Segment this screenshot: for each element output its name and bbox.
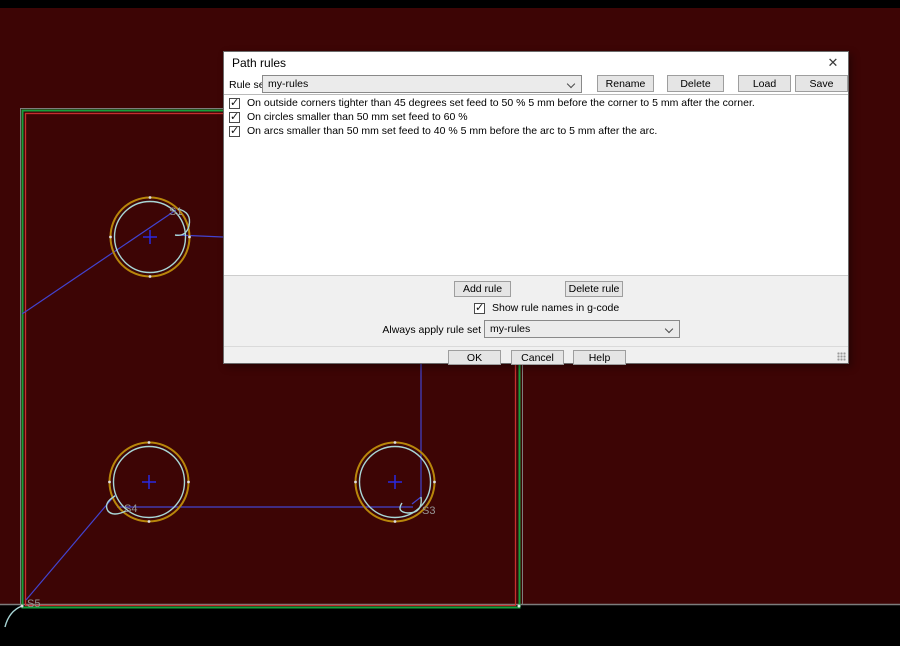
move-line-s1-right [176, 234, 224, 238]
label-s4: S4 [124, 503, 137, 515]
footer-separator [224, 346, 848, 347]
rule-set-value: my-rules [268, 78, 309, 90]
hole-s4 [105, 441, 190, 523]
rule-row-1[interactable]: ✓ On outside corners tighter than 45 deg… [224, 96, 848, 110]
rule-row-3[interactable]: ✓ On arcs smaller than 50 mm set feed to… [224, 124, 848, 138]
delete-button[interactable]: Delete [667, 75, 724, 92]
show-rule-names-label: Show rule names in g-code [492, 302, 620, 314]
dialog-title: Path rules [232, 56, 287, 70]
resize-grip[interactable] [837, 352, 846, 361]
check-icon: ✓ [475, 301, 485, 314]
check-icon: ✓ [230, 124, 240, 137]
center-cross-s3 [388, 475, 402, 489]
corner-dot-bottom-right [517, 604, 521, 608]
rule-checkbox-2[interactable]: ✓ [229, 110, 240, 123]
help-button[interactable]: Help [573, 350, 626, 365]
add-rule-button[interactable]: Add rule [454, 281, 511, 297]
check-icon: ✓ [230, 110, 240, 123]
corner-dot-bottom-left [20, 604, 24, 608]
leadin-arc-s5 [4, 605, 23, 628]
ok-button[interactable]: OK [448, 350, 501, 365]
cancel-button[interactable]: Cancel [511, 350, 564, 365]
center-cross-s4 [142, 475, 156, 489]
label-s1: S1 [169, 206, 182, 218]
check-icon: ✓ [230, 96, 240, 109]
move-line-s5-s4 [25, 494, 116, 601]
always-apply-value: my-rules [490, 323, 531, 335]
label-s5: S5 [27, 598, 40, 610]
move-line-to-s1 [21, 209, 177, 315]
chevron-down-icon [664, 324, 674, 334]
show-rule-names-checkbox[interactable]: ✓ [474, 301, 485, 314]
delete-rule-button[interactable]: Delete rule [565, 281, 623, 297]
move-line-vertical-s3 [411, 364, 422, 505]
label-s3: S3 [422, 505, 435, 517]
close-icon[interactable]: ✕ [822, 53, 844, 72]
rule-checkbox-3[interactable]: ✓ [229, 124, 240, 137]
dialog-bottom-panel: Add rule Delete rule ✓ Show rule names i… [224, 275, 848, 365]
rule-text-1: On outside corners tighter than 45 degre… [247, 97, 755, 109]
rule-text-2: On circles smaller than 50 mm set feed t… [247, 111, 468, 123]
load-button[interactable]: Load [738, 75, 791, 92]
chevron-down-icon [566, 79, 576, 89]
rule-text-3: On arcs smaller than 50 mm set feed to 4… [247, 125, 658, 137]
center-cross-s1 [143, 230, 157, 244]
rule-checkbox-1[interactable]: ✓ [229, 96, 240, 109]
rename-button[interactable]: Rename [597, 75, 654, 92]
always-apply-label: Always apply rule set [382, 324, 481, 336]
show-rule-names-row: ✓ Show rule names in g-code [474, 302, 619, 314]
ruleset-separator [224, 94, 848, 95]
rule-set-dropdown[interactable]: my-rules [262, 75, 582, 93]
dialog-titlebar: Path rules ✕ [224, 52, 848, 74]
path-rules-dialog: Path rules ✕ Rule set my-rules Rename De… [223, 51, 849, 365]
rules-list: ✓ On outside corners tighter than 45 deg… [224, 96, 848, 138]
rule-row-2[interactable]: ✓ On circles smaller than 50 mm set feed… [224, 110, 848, 124]
save-button[interactable]: Save [795, 75, 848, 92]
always-apply-dropdown[interactable]: my-rules [484, 320, 680, 338]
